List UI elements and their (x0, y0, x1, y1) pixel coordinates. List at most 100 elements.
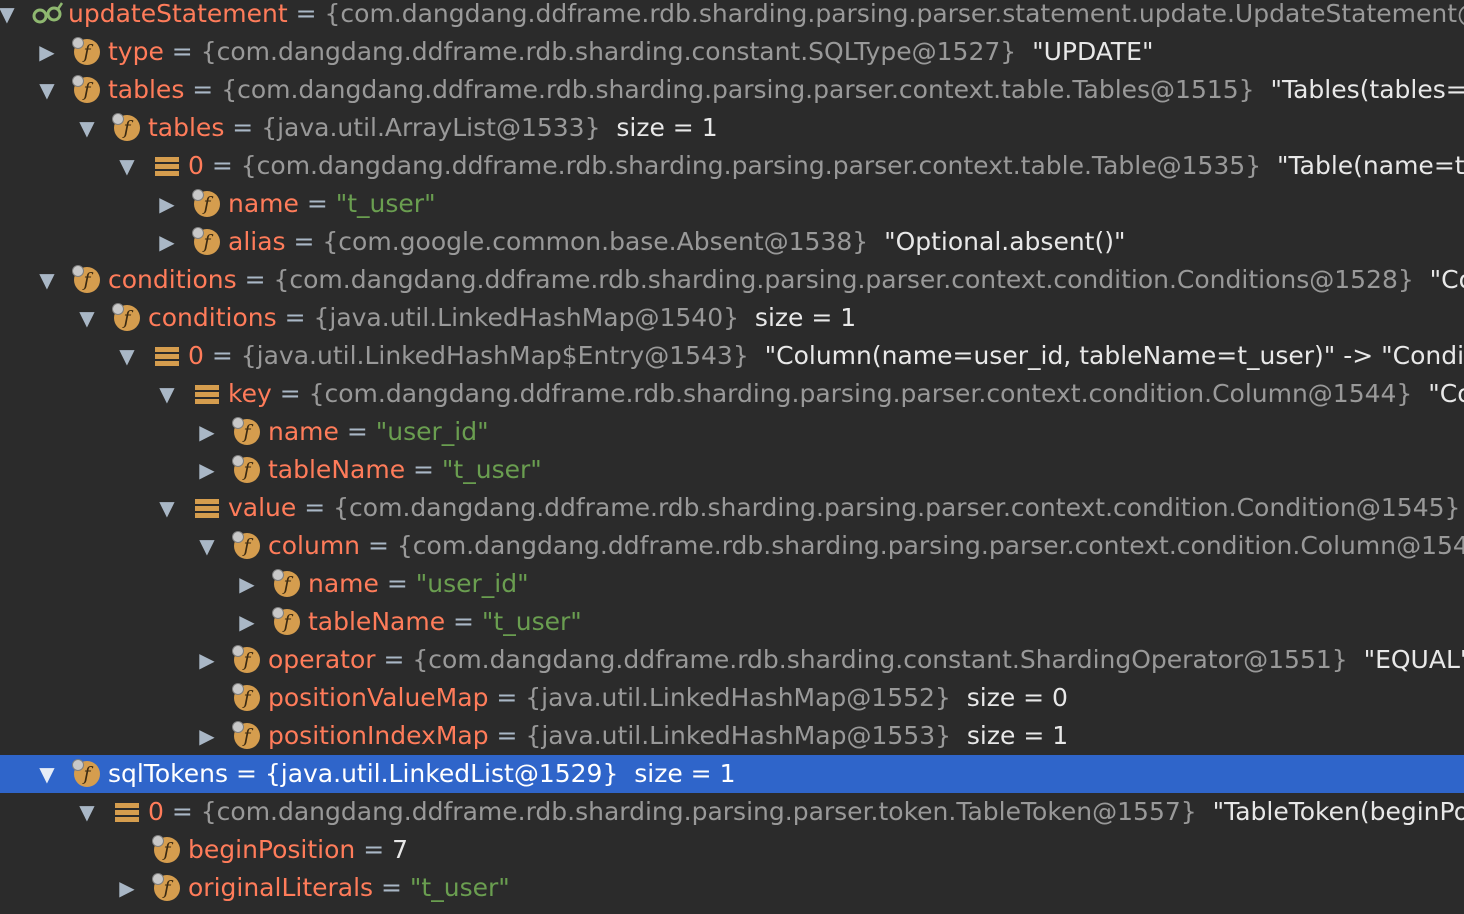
tree-row[interactable]: ▼ f tables = {com.dangdang.ddframe.rdb.sha… (0, 71, 1464, 109)
field-icon: f (272, 569, 302, 599)
tree-row-label: beginPosition = 7 (188, 831, 408, 869)
expand-down-arrow-icon[interactable]: ▼ (117, 147, 137, 185)
tree-row[interactable]: ▼ f column = {com.dangdang.ddframe.rdb.sha… (0, 527, 1464, 565)
expand-down-arrow-icon[interactable]: ▼ (157, 375, 177, 413)
expand-right-arrow-icon[interactable]: ▶ (37, 33, 57, 71)
tree-row-label: column = {com.dangdang.ddframe.rdb.shard… (268, 527, 1464, 565)
tree-row-label: type = {com.dangdang.ddframe.rdb.shardin… (108, 33, 1153, 71)
array-element-icon (192, 379, 222, 409)
tree-row[interactable]: ▼ value = {com.dangdang.ddframe.rdb.shard… (0, 489, 1464, 527)
tree-row-label: tables = {java.util.ArrayList@1533} size… (148, 109, 718, 147)
tree-row[interactable]: ▶ f tableName = "t_user" (0, 451, 1464, 489)
variable-name: updateStatement (68, 0, 288, 28)
variable-value: "Table(name=t_use (1277, 151, 1464, 180)
variable-value: "Column(name=user_id, tableName=t_user)"… (748, 341, 1464, 370)
expand-right-arrow-icon[interactable]: ▶ (197, 413, 217, 451)
variable-value: "user_id" (415, 569, 529, 598)
tree-row-label: conditions = {java.util.LinkedHashMap@15… (148, 299, 856, 337)
watch-glasses-icon (32, 0, 64, 29)
equals-sign: = (285, 227, 323, 256)
expand-right-arrow-icon[interactable]: ▶ (197, 717, 217, 755)
variable-name: column (268, 531, 361, 560)
array-element-icon (152, 151, 182, 181)
expand-right-arrow-icon[interactable]: ▶ (157, 223, 177, 261)
expand-down-arrow-icon[interactable]: ▼ (37, 755, 57, 793)
variable-type: {java.util.LinkedList@1529} (264, 759, 619, 788)
tree-row[interactable]: f positionValueMap = {java.util.LinkedHas… (0, 679, 1464, 717)
variable-name: name (308, 569, 379, 598)
tree-row[interactable]: ▶ f alias = {com.google.common.base.Absent… (0, 223, 1464, 261)
tree-row[interactable]: ▶ f operator = {com.dangdang.ddframe.rdb.s… (0, 641, 1464, 679)
tree-row[interactable]: ▶ f name = "user_id" (0, 413, 1464, 451)
field-icon: f (232, 417, 262, 447)
variable-value: "t_user" (409, 873, 510, 902)
expand-right-arrow-icon[interactable]: ▶ (237, 603, 257, 641)
tree-row[interactable]: ▼ key = {com.dangdang.ddframe.rdb.shardin… (0, 375, 1464, 413)
tree-row[interactable]: ▼ f conditions = {java.util.LinkedHashMap@… (0, 299, 1464, 337)
tree-row[interactable]: ▼ 0 = {com.dangdang.ddframe.rdb.sharding.… (0, 147, 1464, 185)
expand-right-arrow-icon[interactable]: ▶ (237, 565, 257, 603)
tree-row[interactable]: ▼ f conditions = {com.dangdang.ddframe.rdb… (0, 261, 1464, 299)
variable-type: {java.util.LinkedHashMap@1553} (525, 721, 952, 750)
equals-sign: = (355, 835, 393, 864)
expand-down-arrow-icon[interactable]: ▼ (0, 0, 17, 33)
tree-row[interactable]: ▶ f positionIndexMap = {java.util.LinkedHa… (0, 717, 1464, 755)
variable-name: tableName (308, 607, 446, 636)
expand-right-arrow-icon[interactable]: ▶ (117, 869, 137, 907)
variable-value: "TableToken(beginPosi (1196, 797, 1464, 826)
variable-name: alias (228, 227, 286, 256)
expand-down-arrow-icon[interactable]: ▼ (77, 109, 97, 147)
expand-right-arrow-icon[interactable]: ▶ (197, 451, 217, 489)
equals-sign: = (405, 455, 442, 484)
variable-type: {com.dangdang.ddframe.rdb.sharding.parsi… (308, 379, 1413, 408)
expand-right-arrow-icon[interactable]: ▶ (197, 641, 217, 679)
field-icon: f (192, 227, 222, 257)
variable-value: 7 (392, 835, 408, 864)
equals-sign: = (203, 151, 241, 180)
variable-name: conditions (148, 303, 277, 332)
variable-name: 0 (188, 151, 204, 180)
tree-row-label: alias = {com.google.common.base.Absent@1… (228, 223, 1125, 261)
tree-row-label: originalLiterals = "t_user" (188, 869, 510, 907)
equals-sign: = (271, 379, 309, 408)
expand-down-arrow-icon[interactable]: ▼ (157, 489, 177, 527)
expand-down-arrow-icon[interactable]: ▼ (37, 261, 57, 299)
variable-name: beginPosition (188, 835, 356, 864)
variable-name: conditions (108, 265, 237, 294)
expand-down-arrow-icon[interactable]: ▼ (37, 71, 57, 109)
tree-row-label: 0 = {com.dangdang.ddframe.rdb.sharding.p… (188, 147, 1464, 185)
field-icon: f (272, 607, 302, 637)
expand-down-arrow-icon[interactable]: ▼ (117, 337, 137, 375)
variable-value: "Colum (1428, 379, 1464, 408)
variable-value: size = 0 (950, 683, 1068, 712)
variable-name: 0 (148, 797, 164, 826)
tree-row[interactable]: ▶ f tableName = "t_user" (0, 603, 1464, 641)
expand-down-arrow-icon[interactable]: ▼ (77, 793, 97, 831)
tree-row[interactable]: f beginPosition = 7 (0, 831, 1464, 869)
field-icon: f (152, 873, 182, 903)
tree-row[interactable]: ▶ f originalLiterals = "t_user" (0, 869, 1464, 907)
tree-row[interactable]: ▼ 0 = {com.dangdang.ddframe.rdb.sharding.… (0, 793, 1464, 831)
tree-row-label: value = {com.dangdang.ddframe.rdb.shardi… (228, 489, 1464, 527)
tree-row[interactable]: ▼ f tables = {java.util.ArrayList@1533} si… (0, 109, 1464, 147)
variable-name: key (228, 379, 272, 408)
array-element-icon (112, 797, 142, 827)
variable-value: "Tables(tables=[Tab (1270, 75, 1464, 104)
tree-row[interactable]: ▼ f sqlTokens = {java.util.LinkedList@1529… (0, 755, 1464, 793)
expand-right-arrow-icon[interactable]: ▶ (157, 185, 177, 223)
field-icon: f (112, 303, 142, 333)
tree-row[interactable]: ▼ 0 = {java.util.LinkedHashMap$Entry@1543… (0, 337, 1464, 375)
tree-row[interactable]: ▶ f name = "t_user" (0, 185, 1464, 223)
expand-down-arrow-icon[interactable]: ▼ (77, 299, 97, 337)
equals-sign: = (488, 683, 526, 712)
variable-type: {com.dangdang.ddframe.rdb.sharding.parsi… (200, 797, 1197, 826)
tree-row[interactable]: ▶ f type = {com.dangdang.ddframe.rdb.shard… (0, 33, 1464, 71)
tree-row[interactable]: ▼ updateStatement = {com.dangdang.ddframe… (0, 0, 1464, 33)
field-icon: f (112, 113, 142, 143)
equals-sign: = (163, 797, 201, 826)
variable-type: {com.dangdang.ddframe.rdb.sharding.parsi… (396, 531, 1464, 560)
variable-type: {com.dangdang.ddframe.rdb.sharding.parsi… (273, 265, 1414, 294)
tree-row[interactable]: ▶ f name = "user_id" (0, 565, 1464, 603)
expand-down-arrow-icon[interactable]: ▼ (197, 527, 217, 565)
equals-sign: = (338, 417, 376, 446)
